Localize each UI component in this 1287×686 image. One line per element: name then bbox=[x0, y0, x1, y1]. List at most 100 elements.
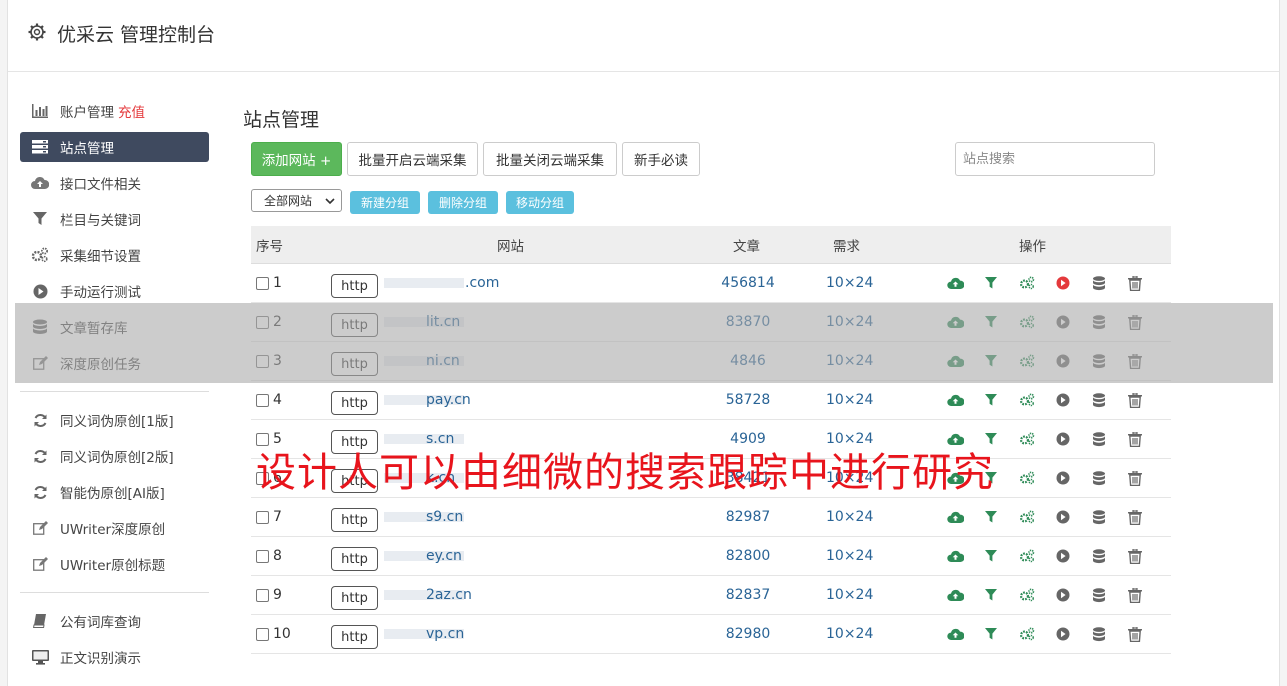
cloud-upload-icon[interactable] bbox=[937, 394, 973, 407]
sidebar-item-uwriter-deep[interactable]: UWriter深度原创 bbox=[20, 510, 209, 546]
row-checkbox[interactable] bbox=[256, 588, 269, 602]
database-icon[interactable] bbox=[1081, 392, 1117, 408]
row-demand-link[interactable]: 10×24 bbox=[826, 303, 873, 341]
database-icon[interactable] bbox=[1081, 548, 1117, 564]
recharge-link[interactable]: 充值 bbox=[118, 101, 145, 121]
trash-icon[interactable] bbox=[1117, 275, 1153, 291]
sidebar-item-collect-settings[interactable]: 采集细节设置 bbox=[20, 237, 209, 273]
database-icon[interactable] bbox=[1081, 431, 1117, 447]
http-badge[interactable]: http bbox=[331, 586, 378, 610]
play-circle-icon[interactable] bbox=[1045, 627, 1081, 641]
filter-icon[interactable] bbox=[973, 589, 1009, 601]
sidebar-item-interface-files[interactable]: 接口文件相关 bbox=[20, 165, 209, 201]
row-site-link[interactable]: vp.cn bbox=[426, 615, 464, 653]
http-badge[interactable]: http bbox=[331, 274, 378, 298]
trash-icon[interactable] bbox=[1117, 470, 1153, 486]
batch-close-cloud-button[interactable]: 批量关闭云端采集 bbox=[483, 142, 617, 176]
filter-icon[interactable] bbox=[973, 511, 1009, 523]
row-checkbox[interactable] bbox=[256, 627, 269, 641]
cogs-icon[interactable] bbox=[1009, 471, 1045, 485]
row-checkbox[interactable] bbox=[256, 510, 269, 524]
cogs-icon[interactable] bbox=[1009, 354, 1045, 368]
trash-icon[interactable] bbox=[1117, 509, 1153, 525]
filter-icon[interactable] bbox=[973, 550, 1009, 562]
trash-icon[interactable] bbox=[1117, 353, 1153, 369]
sidebar-item-sites[interactable]: 站点管理 bbox=[20, 132, 209, 162]
filter-icon[interactable] bbox=[973, 355, 1009, 367]
play-circle-icon[interactable] bbox=[1045, 510, 1081, 524]
row-checkbox[interactable] bbox=[256, 549, 269, 563]
row-demand-link[interactable]: 10×24 bbox=[826, 615, 873, 653]
http-badge[interactable]: http bbox=[331, 508, 378, 532]
cogs-icon[interactable] bbox=[1009, 276, 1045, 290]
trash-icon[interactable] bbox=[1117, 587, 1153, 603]
row-demand-link[interactable]: 10×24 bbox=[826, 381, 873, 419]
database-icon[interactable] bbox=[1081, 470, 1117, 486]
database-icon[interactable] bbox=[1081, 275, 1117, 291]
cloud-upload-icon[interactable] bbox=[937, 316, 973, 329]
newbie-guide-button[interactable]: 新手必读 bbox=[622, 142, 700, 176]
cogs-icon[interactable] bbox=[1009, 393, 1045, 407]
database-icon[interactable] bbox=[1081, 353, 1117, 369]
row-checkbox[interactable] bbox=[256, 315, 269, 329]
row-site-link[interactable]: lit.cn bbox=[426, 303, 460, 341]
cloud-upload-icon[interactable] bbox=[937, 355, 973, 368]
play-circle-icon[interactable] bbox=[1045, 393, 1081, 407]
sidebar-item-smart-ai[interactable]: 智能伪原创[AI版] bbox=[20, 474, 209, 510]
http-badge[interactable]: http bbox=[331, 625, 378, 649]
cogs-icon[interactable] bbox=[1009, 315, 1045, 329]
trash-icon[interactable] bbox=[1117, 548, 1153, 564]
add-site-button[interactable]: 添加网站 + bbox=[251, 142, 342, 176]
cogs-icon[interactable] bbox=[1009, 549, 1045, 563]
row-site-link[interactable]: 2az.cn bbox=[426, 576, 472, 614]
http-badge[interactable]: http bbox=[331, 313, 378, 337]
row-checkbox[interactable] bbox=[256, 393, 269, 407]
row-checkbox[interactable] bbox=[256, 276, 269, 290]
row-site-link[interactable]: ni.cn bbox=[426, 342, 460, 380]
database-icon[interactable] bbox=[1081, 626, 1117, 642]
row-articles-link[interactable]: 83870 bbox=[723, 303, 773, 341]
cogs-icon[interactable] bbox=[1009, 627, 1045, 641]
cloud-upload-icon[interactable] bbox=[937, 511, 973, 524]
database-icon[interactable] bbox=[1081, 587, 1117, 603]
sidebar-item-text-recognition[interactable]: 正文识别演示 bbox=[20, 639, 209, 675]
database-icon[interactable] bbox=[1081, 314, 1117, 330]
sidebar-item-public-thesaurus[interactable]: 公有词库查询 bbox=[20, 603, 209, 639]
cogs-icon[interactable] bbox=[1009, 510, 1045, 524]
row-site-link[interactable]: s9.cn bbox=[426, 498, 463, 536]
cloud-upload-icon[interactable] bbox=[937, 628, 973, 641]
play-circle-icon[interactable] bbox=[1045, 276, 1081, 290]
filter-icon[interactable] bbox=[973, 394, 1009, 406]
sidebar-item-columns-keywords[interactable]: 栏目与关键词 bbox=[20, 201, 209, 237]
http-badge[interactable]: http bbox=[331, 391, 378, 415]
row-site-link[interactable]: .com bbox=[465, 264, 499, 302]
cloud-upload-icon[interactable] bbox=[937, 277, 973, 290]
delete-group-button[interactable]: 删除分组 bbox=[428, 191, 498, 214]
row-site-link[interactable]: pay.cn bbox=[426, 381, 471, 419]
row-articles-link[interactable]: 4846 bbox=[723, 342, 773, 380]
row-articles-link[interactable]: 82837 bbox=[723, 576, 773, 614]
row-articles-link[interactable]: 82980 bbox=[723, 615, 773, 653]
sidebar-item-article-store[interactable]: 文章暂存库 bbox=[20, 309, 209, 345]
group-select[interactable]: 全部网站 bbox=[251, 189, 342, 212]
row-articles-link[interactable]: 82800 bbox=[723, 537, 773, 575]
trash-icon[interactable] bbox=[1117, 626, 1153, 642]
row-articles-link[interactable]: 456814 bbox=[721, 264, 774, 302]
row-site-link[interactable]: ey.cn bbox=[426, 537, 462, 575]
database-icon[interactable] bbox=[1081, 509, 1117, 525]
row-demand-link[interactable]: 10×24 bbox=[826, 576, 873, 614]
new-group-button[interactable]: 新建分组 bbox=[350, 191, 420, 214]
row-articles-link[interactable]: 82987 bbox=[723, 498, 773, 536]
play-circle-icon[interactable] bbox=[1045, 549, 1081, 563]
http-badge[interactable]: http bbox=[331, 547, 378, 571]
http-badge[interactable]: http bbox=[331, 352, 378, 376]
play-circle-icon[interactable] bbox=[1045, 432, 1081, 446]
sidebar-item-synonym-v1[interactable]: 同义词伪原创[1版] bbox=[20, 402, 209, 438]
sidebar-item-deep-original[interactable]: 深度原创任务 bbox=[20, 345, 209, 381]
play-circle-icon[interactable] bbox=[1045, 471, 1081, 485]
row-checkbox[interactable] bbox=[256, 354, 269, 368]
cloud-upload-icon[interactable] bbox=[937, 550, 973, 563]
cogs-icon[interactable] bbox=[1009, 432, 1045, 446]
trash-icon[interactable] bbox=[1117, 431, 1153, 447]
filter-icon[interactable] bbox=[973, 628, 1009, 640]
